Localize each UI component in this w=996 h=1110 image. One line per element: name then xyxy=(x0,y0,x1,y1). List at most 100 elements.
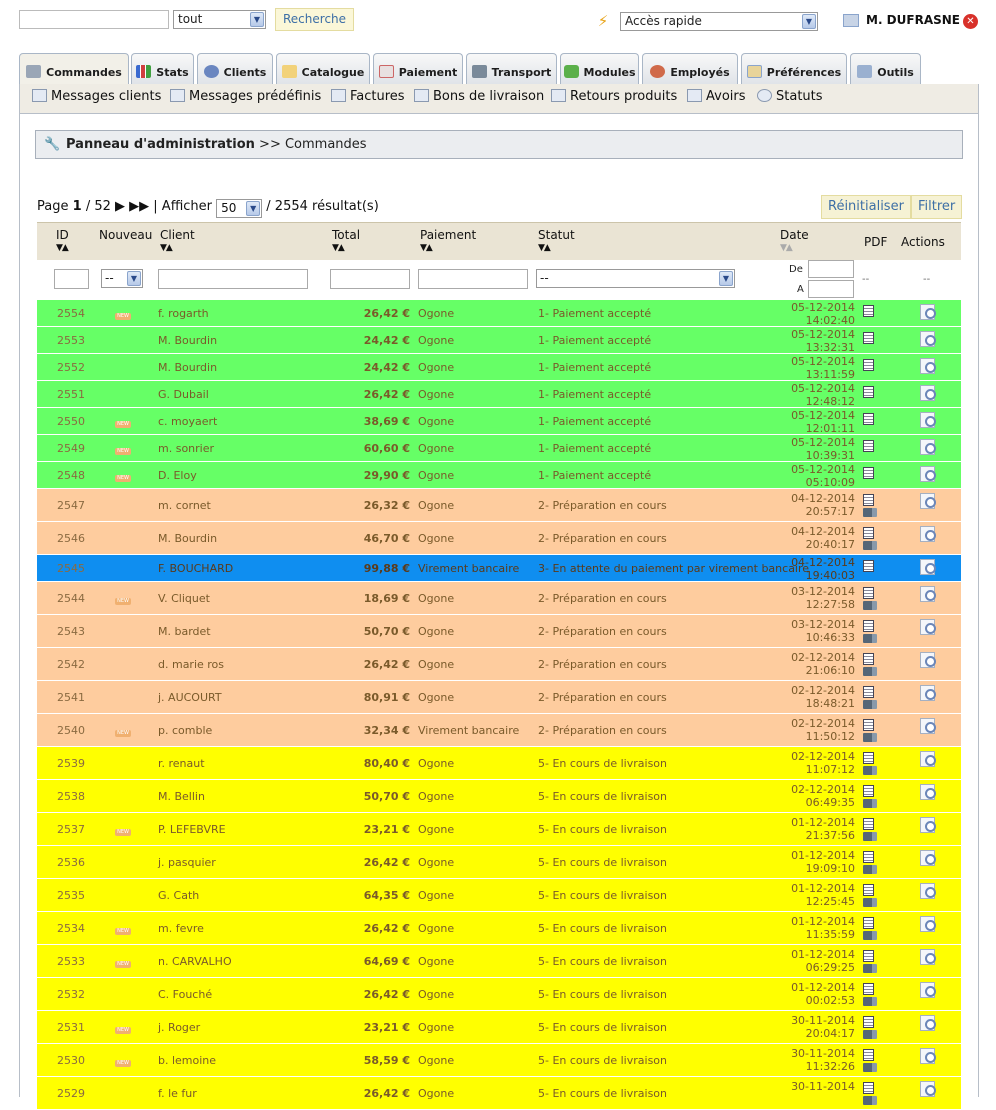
invoice-pdf-icon[interactable] xyxy=(863,950,874,962)
delivery-slip-icon[interactable] xyxy=(863,997,877,1006)
view-order-icon[interactable] xyxy=(920,412,936,428)
invoice-pdf-icon[interactable] xyxy=(863,620,874,632)
date-to-input[interactable] xyxy=(808,280,854,298)
filter-button[interactable]: Filtrer xyxy=(911,195,963,219)
view-order-icon[interactable] xyxy=(920,526,936,542)
table-row[interactable]: 2540 NEW p. comble 32,34 € Virement bancaire… xyxy=(37,714,961,747)
delivery-slip-icon[interactable] xyxy=(863,601,877,610)
invoice-pdf-icon[interactable] xyxy=(863,917,874,929)
invoice-pdf-icon[interactable] xyxy=(863,305,874,317)
view-order-icon[interactable] xyxy=(920,331,936,347)
view-order-icon[interactable] xyxy=(920,619,936,635)
tab-clients[interactable]: Clients xyxy=(197,53,273,85)
table-row[interactable]: 2532 C. Fouché 26,42 € Ogone 5- En cours de … xyxy=(37,978,961,1011)
sort-arrows-icon[interactable]: ▼▲ xyxy=(420,243,476,253)
delivery-slip-icon[interactable] xyxy=(863,832,877,841)
view-order-icon[interactable] xyxy=(920,493,936,509)
last-page-icon[interactable]: ▶▶ xyxy=(129,199,149,214)
sort-arrows-icon[interactable]: ▼▲ xyxy=(160,243,195,253)
next-page-icon[interactable]: ▶ xyxy=(115,199,125,214)
invoice-pdf-icon[interactable] xyxy=(863,527,874,539)
table-row[interactable]: 2537 NEW P. LEFEBVRE 23,21 € Ogone 5- En cour… xyxy=(37,813,961,846)
table-row[interactable]: 2531 NEW j. Roger 23,21 € Ogone 5- En cours d… xyxy=(37,1011,961,1044)
table-row[interactable]: 2546 M. Bourdin 46,70 € Ogone 2- Préparation… xyxy=(37,522,961,555)
table-row[interactable]: 2538 M. Bellin 50,70 € Ogone 5- En cours de … xyxy=(37,780,961,813)
tab-preferences[interactable]: Préférences xyxy=(741,53,847,85)
view-order-icon[interactable] xyxy=(920,1081,936,1097)
invoice-pdf-icon[interactable] xyxy=(863,686,874,698)
view-order-icon[interactable] xyxy=(920,586,936,602)
invoice-pdf-icon[interactable] xyxy=(863,1049,874,1061)
invoice-pdf-icon[interactable] xyxy=(863,1016,874,1028)
delivery-slip-icon[interactable] xyxy=(863,964,877,973)
invoice-pdf-icon[interactable] xyxy=(863,884,874,896)
view-order-icon[interactable] xyxy=(920,385,936,401)
delivery-slip-icon[interactable] xyxy=(863,931,877,940)
table-row[interactable]: 2542 d. marie ros 26,42 € Ogone 2- Préparati… xyxy=(37,648,961,681)
table-row[interactable]: 2553 M. Bourdin 24,42 € Ogone 1- Paiement ac… xyxy=(37,327,961,354)
logout-icon[interactable]: ✕ xyxy=(963,14,978,29)
delivery-slip-icon[interactable] xyxy=(863,1030,877,1039)
table-row[interactable]: 2529 f. le fur 26,42 € Ogone 5- En cours de … xyxy=(37,1077,961,1110)
invoice-pdf-icon[interactable] xyxy=(863,1082,874,1094)
payment-filter[interactable] xyxy=(418,269,528,289)
client-filter[interactable] xyxy=(158,269,308,289)
sort-arrows-icon[interactable]: ▼▲ xyxy=(332,243,360,253)
tab-employes[interactable]: Employés xyxy=(642,53,738,85)
delivery-slip-icon[interactable] xyxy=(863,733,877,742)
table-row[interactable]: 2536 j. pasquier 26,42 € Ogone 5- En cours d… xyxy=(37,846,961,879)
subtab-messages-predefinis[interactable]: Messages prédéfinis xyxy=(170,89,321,104)
table-row[interactable]: 2543 M. bardet 50,70 € Ogone 2- Préparation … xyxy=(37,615,961,648)
invoice-pdf-icon[interactable] xyxy=(863,587,874,599)
table-row[interactable]: 2545 F. BOUCHARD 99,88 € Virement bancaire 3… xyxy=(37,555,961,582)
date-from-input[interactable] xyxy=(808,260,854,278)
delivery-slip-icon[interactable] xyxy=(863,799,877,808)
subtab-retours-produits[interactable]: Retours produits xyxy=(551,89,677,104)
view-order-icon[interactable] xyxy=(920,718,936,734)
table-row[interactable]: 2539 r. renaut 80,40 € Ogone 5- En cours de … xyxy=(37,747,961,780)
table-row[interactable]: 2535 G. Cath 64,35 € Ogone 5- En cours de li… xyxy=(37,879,961,912)
view-order-icon[interactable] xyxy=(920,784,936,800)
invoice-pdf-icon[interactable] xyxy=(863,332,874,344)
view-order-icon[interactable] xyxy=(920,751,936,767)
tab-transport[interactable]: Transport xyxy=(466,53,557,85)
sort-arrows-icon[interactable]: ▼▲ xyxy=(56,243,69,253)
invoice-pdf-icon[interactable] xyxy=(863,386,874,398)
tab-catalogue[interactable]: Catalogue xyxy=(276,53,370,85)
table-row[interactable]: 2533 NEW n. CARVALHO 64,69 € Ogone 5- En cour… xyxy=(37,945,961,978)
table-row[interactable]: 2548 NEW D. Eloy 29,90 € Ogone 1- Paiement ac… xyxy=(37,462,961,489)
tab-paiement[interactable]: Paiement xyxy=(373,53,463,85)
user-name[interactable]: M. DUFRASNE xyxy=(866,13,960,27)
invoice-pdf-icon[interactable] xyxy=(863,851,874,863)
table-row[interactable]: 2551 G. Dubail 26,42 € Ogone 1- Paiement acc… xyxy=(37,381,961,408)
delivery-slip-icon[interactable] xyxy=(863,541,877,550)
search-button[interactable]: Recherche xyxy=(275,8,355,31)
breadcrumb-root[interactable]: Panneau d'administration xyxy=(66,137,255,152)
table-row[interactable]: 2549 NEW m. sonrier 60,60 € Ogone 1- Paiement… xyxy=(37,435,961,462)
table-row[interactable]: 2530 NEW b. lemoine 58,59 € Ogone 5- En cours… xyxy=(37,1044,961,1077)
subtab-messages-clients[interactable]: Messages clients xyxy=(32,89,161,104)
view-order-icon[interactable] xyxy=(920,652,936,668)
view-order-icon[interactable] xyxy=(920,1015,936,1031)
subtab-bons-livraison[interactable]: Bons de livraison xyxy=(414,89,544,104)
per-page-select[interactable]: 50 ▼ xyxy=(216,199,263,218)
view-order-icon[interactable] xyxy=(920,304,936,320)
delivery-slip-icon[interactable] xyxy=(863,1063,877,1072)
invoice-pdf-icon[interactable] xyxy=(863,467,874,479)
invoice-pdf-icon[interactable] xyxy=(863,359,874,371)
table-row[interactable]: 2534 NEW m. fevre 26,42 € Ogone 5- En cours d… xyxy=(37,912,961,945)
subtab-statuts[interactable]: Statuts xyxy=(757,89,823,104)
table-row[interactable]: 2552 M. Bourdin 24,42 € Ogone 1- Paiement ac… xyxy=(37,354,961,381)
invoice-pdf-icon[interactable] xyxy=(863,413,874,425)
invoice-pdf-icon[interactable] xyxy=(863,983,874,995)
delivery-slip-icon[interactable] xyxy=(863,700,877,709)
tab-stats[interactable]: Stats xyxy=(131,53,194,85)
search-input[interactable] xyxy=(19,10,169,29)
sort-arrows-icon[interactable]: ▼▲ xyxy=(780,243,809,253)
delivery-slip-icon[interactable] xyxy=(863,634,877,643)
invoice-pdf-icon[interactable] xyxy=(863,494,874,506)
table-row[interactable]: 2541 j. AUCOURT 80,91 € Ogone 2- Préparation… xyxy=(37,681,961,714)
table-row[interactable]: 2547 m. cornet 26,32 € Ogone 2- Préparation … xyxy=(37,489,961,522)
tab-modules[interactable]: Modules xyxy=(560,53,639,85)
id-filter[interactable] xyxy=(54,269,89,289)
